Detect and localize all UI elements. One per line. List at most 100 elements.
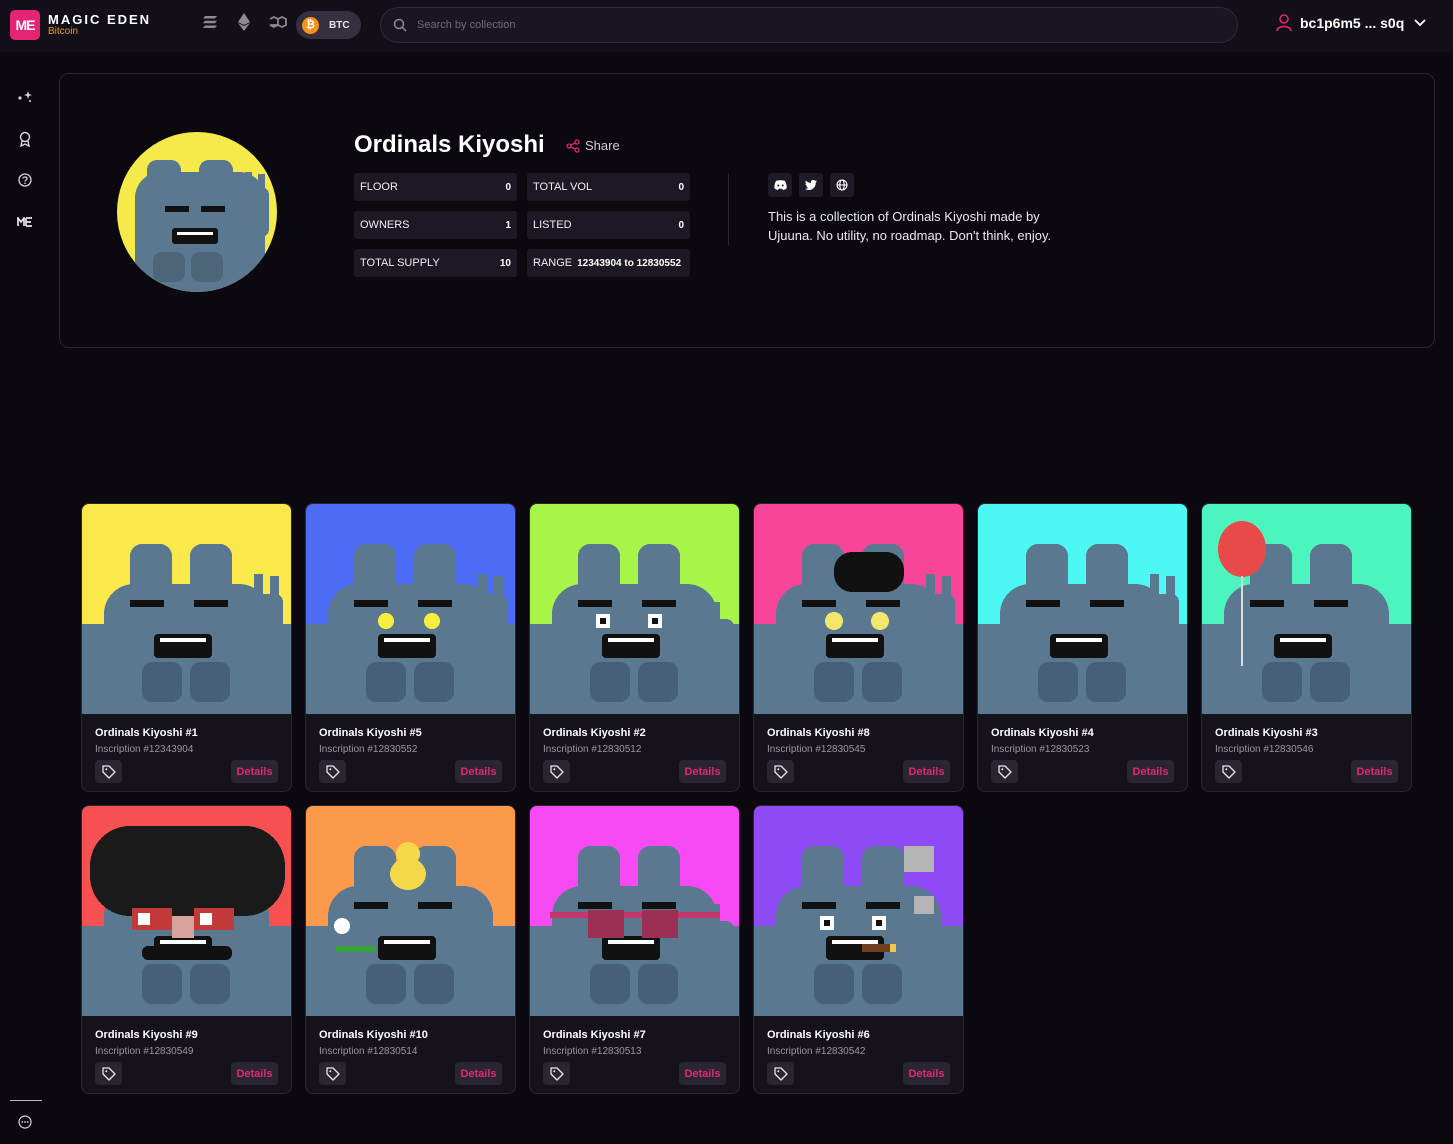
- nft-card[interactable]: Ordinals Kiyoshi #7 Inscription #12830513…: [529, 805, 740, 1094]
- nft-image[interactable]: [82, 806, 291, 1016]
- logo-subtitle: Bitcoin: [48, 26, 79, 37]
- polygon-icon[interactable]: [268, 12, 288, 32]
- nft-card[interactable]: Ordinals Kiyoshi #10 Inscription #1283051…: [305, 805, 516, 1094]
- twitter-icon: [805, 180, 817, 190]
- tag-icon: [997, 764, 1012, 779]
- stat-range: RANGE 12343904 to 12830552: [527, 249, 690, 277]
- stat-label: TOTAL VOL: [533, 181, 593, 193]
- twitter-link[interactable]: [799, 173, 823, 197]
- logo-mark: ME: [10, 10, 40, 40]
- btc-chain-selector[interactable]: ₿ BTC: [296, 11, 361, 39]
- list-button[interactable]: [1215, 760, 1242, 783]
- nft-card[interactable]: Ordinals Kiyoshi #5 Inscription #12830552…: [305, 503, 516, 792]
- nft-card[interactable]: Ordinals Kiyoshi #4 Inscription #12830523…: [977, 503, 1188, 792]
- list-button[interactable]: [767, 760, 794, 783]
- solana-icon[interactable]: [200, 12, 220, 32]
- list-button[interactable]: [767, 1062, 794, 1085]
- more-icon[interactable]: [16, 1113, 34, 1131]
- stat-value: 0: [678, 181, 684, 193]
- discord-icon: [773, 180, 787, 190]
- logo-title: MAGIC EDEN: [48, 12, 152, 27]
- website-link[interactable]: [830, 173, 854, 197]
- inscription-number: Inscription #12830546: [1215, 744, 1314, 755]
- share-button[interactable]: Share: [566, 138, 620, 153]
- share-label: Share: [585, 138, 620, 153]
- tag-icon: [549, 764, 564, 779]
- inscription-number: Inscription #12830512: [543, 744, 642, 755]
- me-logo-icon[interactable]: [16, 213, 34, 231]
- nft-card[interactable]: Ordinals Kiyoshi #2 Inscription #12830512…: [529, 503, 740, 792]
- user-icon: [1276, 14, 1292, 32]
- nft-image[interactable]: [530, 504, 739, 714]
- nft-name: Ordinals Kiyoshi #6: [767, 1029, 870, 1041]
- nft-image[interactable]: [1202, 504, 1411, 714]
- search-bar[interactable]: [380, 7, 1238, 43]
- list-button[interactable]: [543, 760, 570, 783]
- details-button[interactable]: Details: [455, 1062, 502, 1085]
- stat-label: TOTAL SUPPLY: [360, 257, 440, 269]
- stat-value: 10: [499, 257, 511, 269]
- nft-image[interactable]: [306, 504, 515, 714]
- stat-label: LISTED: [533, 219, 572, 231]
- nft-card[interactable]: Ordinals Kiyoshi #1 Inscription #12343904…: [81, 503, 292, 792]
- list-button[interactable]: [95, 760, 122, 783]
- inscription-number: Inscription #12830514: [319, 1046, 418, 1057]
- search-icon: [393, 18, 407, 32]
- inscription-number: Inscription #12830545: [767, 744, 866, 755]
- nft-image[interactable]: [754, 504, 963, 714]
- nft-image[interactable]: [530, 806, 739, 1016]
- award-icon[interactable]: [16, 130, 34, 148]
- magic-eden-logo[interactable]: ME MAGIC EDEN Bitcoin: [10, 10, 151, 40]
- ethereum-icon[interactable]: [234, 12, 254, 32]
- nft-name: Ordinals Kiyoshi #8: [767, 727, 870, 739]
- nft-card[interactable]: Ordinals Kiyoshi #9 Inscription #12830549…: [81, 805, 292, 1094]
- nft-card[interactable]: Ordinals Kiyoshi #3 Inscription #12830546…: [1201, 503, 1412, 792]
- details-button[interactable]: Details: [231, 760, 278, 783]
- collection-description: This is a collection of Ordinals Kiyoshi…: [768, 209, 1052, 243]
- inscription-number: Inscription #12830549: [95, 1046, 194, 1057]
- list-button[interactable]: [319, 760, 346, 783]
- nft-card[interactable]: Ordinals Kiyoshi #6 Inscription #12830542…: [753, 805, 964, 1094]
- nft-card[interactable]: Ordinals Kiyoshi #8 Inscription #12830545…: [753, 503, 964, 792]
- collection-title: Ordinals Kiyoshi: [354, 131, 545, 158]
- nft-name: Ordinals Kiyoshi #1: [95, 727, 198, 739]
- search-input[interactable]: [417, 19, 1117, 31]
- details-button[interactable]: Details: [1351, 760, 1398, 783]
- nft-image[interactable]: [306, 806, 515, 1016]
- details-button[interactable]: Details: [903, 1062, 950, 1085]
- sparkle-icon[interactable]: [16, 87, 34, 105]
- sidebar: [0, 56, 52, 1144]
- nft-name: Ordinals Kiyoshi #7: [543, 1029, 646, 1041]
- help-icon[interactable]: [16, 171, 34, 189]
- details-button[interactable]: Details: [455, 760, 502, 783]
- details-button[interactable]: Details: [231, 1062, 278, 1085]
- tag-icon: [101, 764, 116, 779]
- list-button[interactable]: [991, 760, 1018, 783]
- discord-link[interactable]: [768, 173, 792, 197]
- list-button[interactable]: [543, 1062, 570, 1085]
- details-button[interactable]: Details: [1127, 760, 1174, 783]
- wallet-menu[interactable]: bc1p6m5 ... s0q: [1276, 14, 1426, 32]
- wallet-address: bc1p6m5 ... s0q: [1300, 15, 1405, 31]
- details-button[interactable]: Details: [679, 1062, 726, 1085]
- nft-image[interactable]: [82, 504, 291, 714]
- sidebar-divider: [10, 1100, 42, 1101]
- stat-listed: LISTED 0: [527, 211, 690, 239]
- details-button[interactable]: Details: [903, 760, 950, 783]
- list-button[interactable]: [95, 1062, 122, 1085]
- nft-image[interactable]: [754, 806, 963, 1016]
- stat-value: 1: [505, 219, 511, 231]
- globe-icon: [836, 179, 848, 191]
- chevron-down-icon: [1414, 19, 1426, 27]
- stat-total-vol: TOTAL VOL 0: [527, 173, 690, 201]
- list-button[interactable]: [319, 1062, 346, 1085]
- stat-value: 0: [678, 219, 684, 231]
- tag-icon: [773, 1066, 788, 1081]
- nft-image[interactable]: [978, 504, 1187, 714]
- inscription-number: Inscription #12830542: [767, 1046, 866, 1057]
- top-navbar: ME MAGIC EDEN Bitcoin ₿ BTC bc1p6m5 ... …: [0, 0, 1453, 52]
- stat-total-supply: TOTAL SUPPLY 10: [354, 249, 517, 277]
- nft-name: Ordinals Kiyoshi #3: [1215, 727, 1318, 739]
- details-button[interactable]: Details: [679, 760, 726, 783]
- stat-owners: OWNERS 1: [354, 211, 517, 239]
